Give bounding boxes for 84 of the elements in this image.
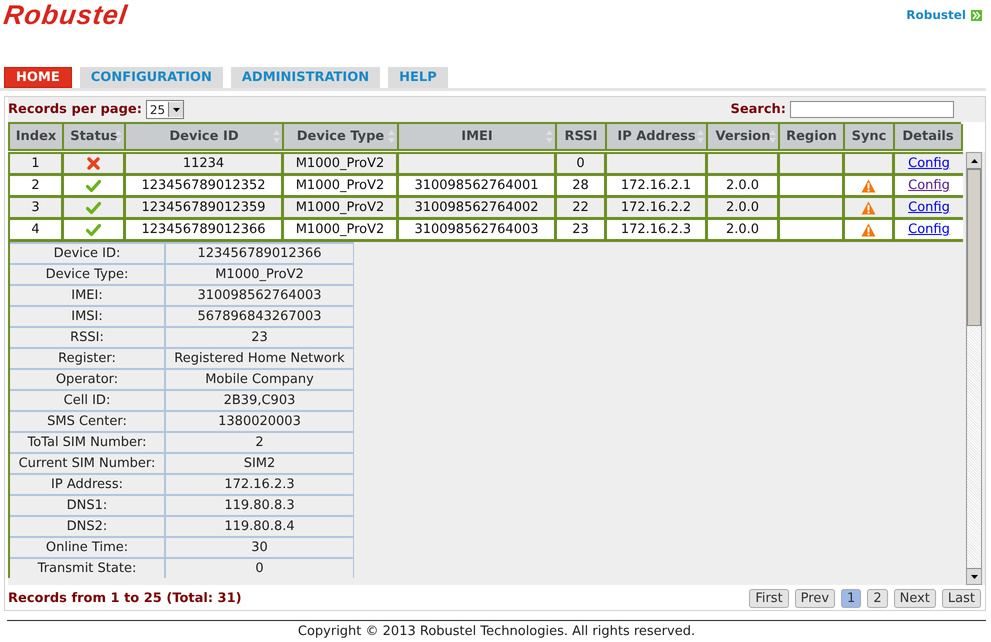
table-cell: 23 bbox=[557, 220, 607, 239]
detail-label: IMSI: bbox=[10, 307, 164, 326]
detail-label: ToTal SIM Number: bbox=[10, 433, 164, 452]
page-button[interactable]: 1 bbox=[841, 588, 862, 608]
detail-value: Registered Home Network bbox=[166, 349, 353, 368]
records-per-page-select[interactable]: 25 bbox=[146, 100, 184, 119]
records-info: Records from 1 to 25 (Total: 31) bbox=[8, 590, 242, 606]
detail-value: M1000_ProV2 bbox=[166, 265, 353, 284]
detail-value: Mobile Company bbox=[166, 370, 353, 389]
detail-value: 119.80.8.3 bbox=[166, 496, 353, 515]
table-cell: 2.0.0 bbox=[708, 176, 780, 195]
column-header[interactable]: IMEI bbox=[399, 124, 557, 151]
column-header[interactable]: RSSI bbox=[557, 124, 607, 151]
detail-value: 2 bbox=[166, 433, 353, 452]
search-field[interactable] bbox=[790, 101, 954, 118]
detail-label: Online Time: bbox=[10, 538, 164, 557]
table-cell: 2.0.0 bbox=[708, 220, 780, 239]
warning-icon bbox=[861, 200, 876, 214]
detail-label: Transmit State: bbox=[10, 559, 164, 578]
column-header[interactable]: Device ID bbox=[126, 124, 284, 151]
table-cell: M1000_ProV2 bbox=[284, 176, 399, 195]
column-header[interactable]: Device Type bbox=[284, 124, 399, 151]
records-per-page-label: Records per page: bbox=[8, 102, 142, 117]
detail-label: Device ID: bbox=[10, 244, 164, 263]
detail-label: IMEI: bbox=[10, 286, 164, 305]
detail-value: 310098562764003 bbox=[166, 286, 353, 305]
config-link[interactable]: Config bbox=[908, 156, 950, 171]
table-cell: 310098562764001 bbox=[399, 176, 557, 195]
column-header[interactable]: Status bbox=[64, 124, 126, 151]
table-cell: 4 bbox=[10, 220, 64, 239]
column-header[interactable]: Region bbox=[780, 124, 845, 151]
table-cell: 123456789012352 bbox=[126, 176, 284, 195]
warning-icon bbox=[861, 222, 876, 236]
detail-value: 23 bbox=[166, 328, 353, 347]
page-button[interactable]: Next bbox=[894, 588, 936, 608]
table-cell: 2 bbox=[10, 176, 64, 195]
config-link[interactable]: Config bbox=[908, 200, 950, 215]
warning-icon bbox=[861, 178, 876, 192]
double-chevron-icon[interactable] bbox=[971, 10, 982, 20]
caret-icon bbox=[172, 108, 180, 112]
config-link[interactable]: Config bbox=[908, 178, 950, 193]
detail-value: 172.16.2.3 bbox=[166, 475, 353, 494]
page-button[interactable]: First bbox=[749, 588, 789, 608]
page-button[interactable]: Prev bbox=[794, 588, 836, 608]
column-header[interactable]: Details bbox=[895, 124, 963, 151]
detail-value: 2B39,C903 bbox=[166, 391, 353, 410]
detail-label: Register: bbox=[10, 349, 164, 368]
table-cell: 172.16.2.3 bbox=[607, 220, 708, 239]
table-cell: 310098562764003 bbox=[399, 220, 557, 239]
search-label: Search: bbox=[730, 102, 786, 117]
up-arrow-icon[interactable] bbox=[970, 158, 978, 162]
detail-value: 0 bbox=[166, 559, 353, 578]
table-cell: 28 bbox=[557, 176, 607, 195]
config-link[interactable]: Config bbox=[908, 222, 950, 237]
column-header[interactable]: Sync bbox=[845, 124, 895, 151]
nav-tab[interactable]: HOME bbox=[4, 67, 72, 88]
detail-value: 123456789012366 bbox=[166, 244, 353, 263]
detail-value: SIM2 bbox=[166, 454, 353, 473]
detail-label: SMS Center: bbox=[10, 412, 164, 431]
detail-label: Device Type: bbox=[10, 265, 164, 284]
detail-label: RSSI: bbox=[10, 328, 164, 347]
page-button[interactable]: 2 bbox=[867, 588, 888, 608]
user-link[interactable]: Robustel bbox=[906, 8, 966, 22]
detail-value: 119.80.8.4 bbox=[166, 517, 353, 536]
detail-label: Operator: bbox=[10, 370, 164, 389]
detail-label: Current SIM Number: bbox=[10, 454, 164, 473]
scrollbar[interactable] bbox=[966, 152, 982, 585]
table-cell: 172.16.2.1 bbox=[607, 176, 708, 195]
detail-value: 30 bbox=[166, 538, 353, 557]
detail-label: Cell ID: bbox=[10, 391, 164, 410]
table-cell: 123456789012366 bbox=[126, 220, 284, 239]
column-header[interactable]: Version bbox=[708, 124, 780, 151]
detail-label: DNS1: bbox=[10, 496, 164, 515]
column-header[interactable]: Index bbox=[10, 124, 64, 151]
copyright-text: Copyright © 2013 Robustel Technologies. All rights reserved. bbox=[298, 624, 696, 639]
logo: Robustel bbox=[2, 0, 130, 30]
detail-value: 567896843267003 bbox=[166, 307, 353, 326]
down-arrow-icon[interactable] bbox=[970, 574, 978, 578]
column-header[interactable]: IP Address bbox=[607, 124, 708, 151]
detail-value: 1380020003 bbox=[166, 412, 353, 431]
detail-label: IP Address: bbox=[10, 475, 164, 494]
table-cell: M1000_ProV2 bbox=[284, 220, 399, 239]
page-button[interactable]: Last bbox=[942, 588, 981, 608]
detail-label: DNS2: bbox=[10, 517, 164, 536]
